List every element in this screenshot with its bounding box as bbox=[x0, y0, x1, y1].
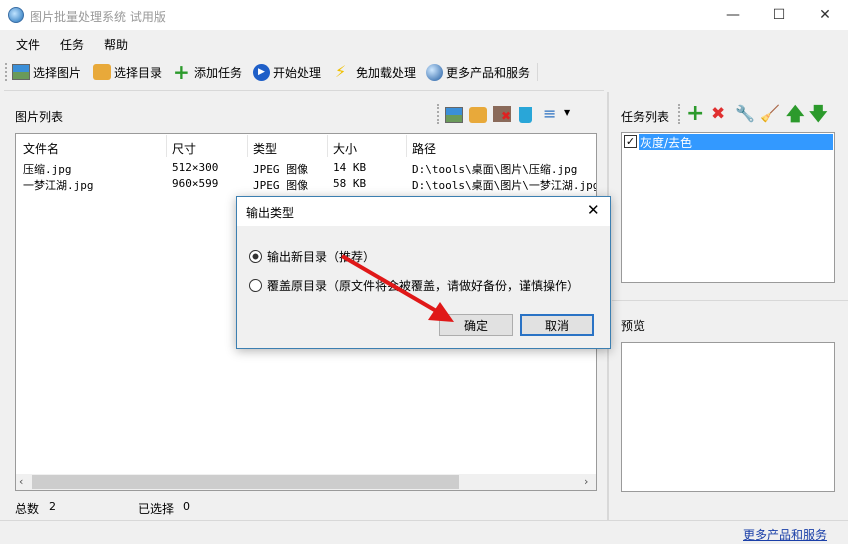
column-separator[interactable] bbox=[166, 135, 167, 157]
select-folder-button[interactable]: 选择目录 bbox=[93, 62, 162, 82]
divider bbox=[612, 300, 848, 301]
label: 添加任务 bbox=[194, 65, 243, 80]
arrow-shaft bbox=[340, 254, 440, 314]
column-header-type[interactable]: 类型 bbox=[253, 140, 277, 157]
trash-icon[interactable] bbox=[519, 107, 532, 123]
app-icon bbox=[8, 7, 24, 23]
scroll-left-icon[interactable]: ‹ bbox=[19, 475, 23, 488]
task-checkbox[interactable]: ✓ bbox=[624, 135, 637, 148]
menu-task[interactable]: 任务 bbox=[60, 36, 84, 53]
cell-name: 压缩.jpg bbox=[23, 163, 72, 176]
total-count: 2 bbox=[49, 500, 56, 513]
table-body: 压缩.jpg 512×300 JPEG 图像 14 KB D:\tools\桌面… bbox=[16, 160, 596, 192]
scrollbar-thumb[interactable] bbox=[32, 475, 459, 489]
toolbar-separator bbox=[537, 63, 538, 81]
more-products-button[interactable]: 更多产品和服务 bbox=[426, 62, 530, 82]
radio-checked[interactable] bbox=[249, 250, 262, 263]
total-label: 总数 bbox=[15, 502, 40, 516]
folder-icon bbox=[93, 64, 111, 80]
minimize-button[interactable]: — bbox=[710, 0, 756, 30]
wrench-icon[interactable]: 🔧 bbox=[735, 104, 755, 123]
label: 更多产品和服务 bbox=[446, 65, 531, 80]
task-item[interactable]: 灰度/去色 bbox=[639, 134, 833, 150]
lightning-icon: ⚡ bbox=[335, 62, 347, 81]
column-header-name[interactable]: 文件名 bbox=[23, 140, 59, 157]
toolbar-grip bbox=[678, 104, 680, 124]
cell-filesize: 14 KB bbox=[333, 161, 367, 174]
remove-image-icon[interactable]: ✖ bbox=[493, 106, 511, 123]
preview-pane bbox=[621, 342, 835, 492]
close-button[interactable]: ✕ bbox=[802, 0, 848, 30]
broom-icon[interactable]: 🧹 bbox=[760, 104, 780, 123]
column-separator[interactable] bbox=[247, 135, 248, 157]
dialog-title: 输出类型 bbox=[246, 206, 295, 220]
cell-type: JPEG 图像 bbox=[253, 163, 309, 176]
label: 开始处理 bbox=[273, 65, 322, 80]
move-up-icon[interactable]: 🡅 bbox=[786, 102, 805, 132]
label: 选择目录 bbox=[114, 65, 163, 80]
plus-icon: + bbox=[173, 60, 190, 84]
delete-task-icon[interactable]: ✖ bbox=[711, 104, 725, 124]
globe-icon bbox=[426, 63, 443, 81]
cancel-button[interactable]: 取消 bbox=[520, 314, 594, 336]
selected-label: 已选择 bbox=[138, 502, 175, 516]
selected-count: 0 bbox=[183, 500, 190, 513]
label: 选择图片 bbox=[33, 65, 82, 80]
no-load-process-button[interactable]: ⚡ 免加载处理 bbox=[335, 62, 416, 82]
divider bbox=[0, 520, 848, 521]
arrow-head bbox=[428, 302, 454, 322]
column-header-filesize[interactable]: 大小 bbox=[333, 140, 357, 157]
cell-filesize: 58 KB bbox=[333, 177, 367, 190]
cell-name: 一梦江湖.jpg bbox=[23, 179, 94, 192]
list-view-icon[interactable]: ≡ bbox=[543, 106, 561, 122]
red-arrow-annotation bbox=[340, 254, 454, 322]
add-task-button[interactable]: + 添加任务 bbox=[173, 62, 242, 82]
radio-unchecked[interactable] bbox=[249, 279, 262, 292]
cell-type: JPEG 图像 bbox=[253, 179, 309, 192]
cell-size: 512×300 bbox=[172, 161, 219, 174]
cell-path: D:\tools\桌面\图片\压缩.jpg bbox=[412, 163, 578, 176]
table-row[interactable]: 一梦江湖.jpg 960×599 JPEG 图像 58 KB D:\tools\… bbox=[16, 176, 596, 192]
play-icon: ▶ bbox=[253, 63, 270, 81]
move-down-icon[interactable]: 🡇 bbox=[809, 102, 828, 132]
preview-title: 预览 bbox=[621, 319, 646, 333]
image-icon bbox=[12, 64, 30, 80]
scroll-right-icon[interactable]: › bbox=[584, 475, 588, 488]
maximize-button[interactable]: ☐ bbox=[756, 0, 802, 30]
add-folder-icon[interactable] bbox=[469, 107, 487, 123]
label: 免加载处理 bbox=[356, 65, 417, 80]
dropdown-arrow-icon[interactable]: ▼ bbox=[564, 108, 570, 117]
table-row[interactable]: 压缩.jpg 512×300 JPEG 图像 14 KB D:\tools\桌面… bbox=[16, 160, 596, 176]
divider bbox=[4, 90, 604, 91]
task-list[interactable] bbox=[621, 132, 835, 283]
toolbar-grip bbox=[437, 104, 439, 124]
window-title: 图片批量处理系统 试用版 bbox=[30, 10, 166, 24]
column-separator[interactable] bbox=[406, 135, 407, 157]
menu-help[interactable]: 帮助 bbox=[104, 36, 128, 53]
dialog-close-icon[interactable]: ✕ bbox=[587, 201, 600, 219]
more-products-link[interactable]: 更多产品和服务 bbox=[743, 526, 827, 543]
image-list-title: 图片列表 bbox=[15, 110, 64, 124]
add-image-icon[interactable] bbox=[445, 107, 463, 123]
cell-size: 960×599 bbox=[172, 177, 219, 190]
select-image-button[interactable]: 选择图片 bbox=[12, 62, 81, 82]
column-header-path[interactable]: 路径 bbox=[412, 140, 436, 157]
column-separator[interactable] bbox=[327, 135, 328, 157]
menu-file[interactable]: 文件 bbox=[16, 36, 40, 53]
toolbar-grip bbox=[5, 63, 7, 81]
column-header-size[interactable]: 尺寸 bbox=[172, 140, 196, 157]
cell-path: D:\tools\桌面\图片\一梦江湖.jpg bbox=[412, 179, 596, 192]
start-process-button[interactable]: ▶ 开始处理 bbox=[253, 62, 321, 82]
add-task-icon[interactable]: + bbox=[686, 101, 704, 126]
task-list-title: 任务列表 bbox=[621, 110, 670, 124]
